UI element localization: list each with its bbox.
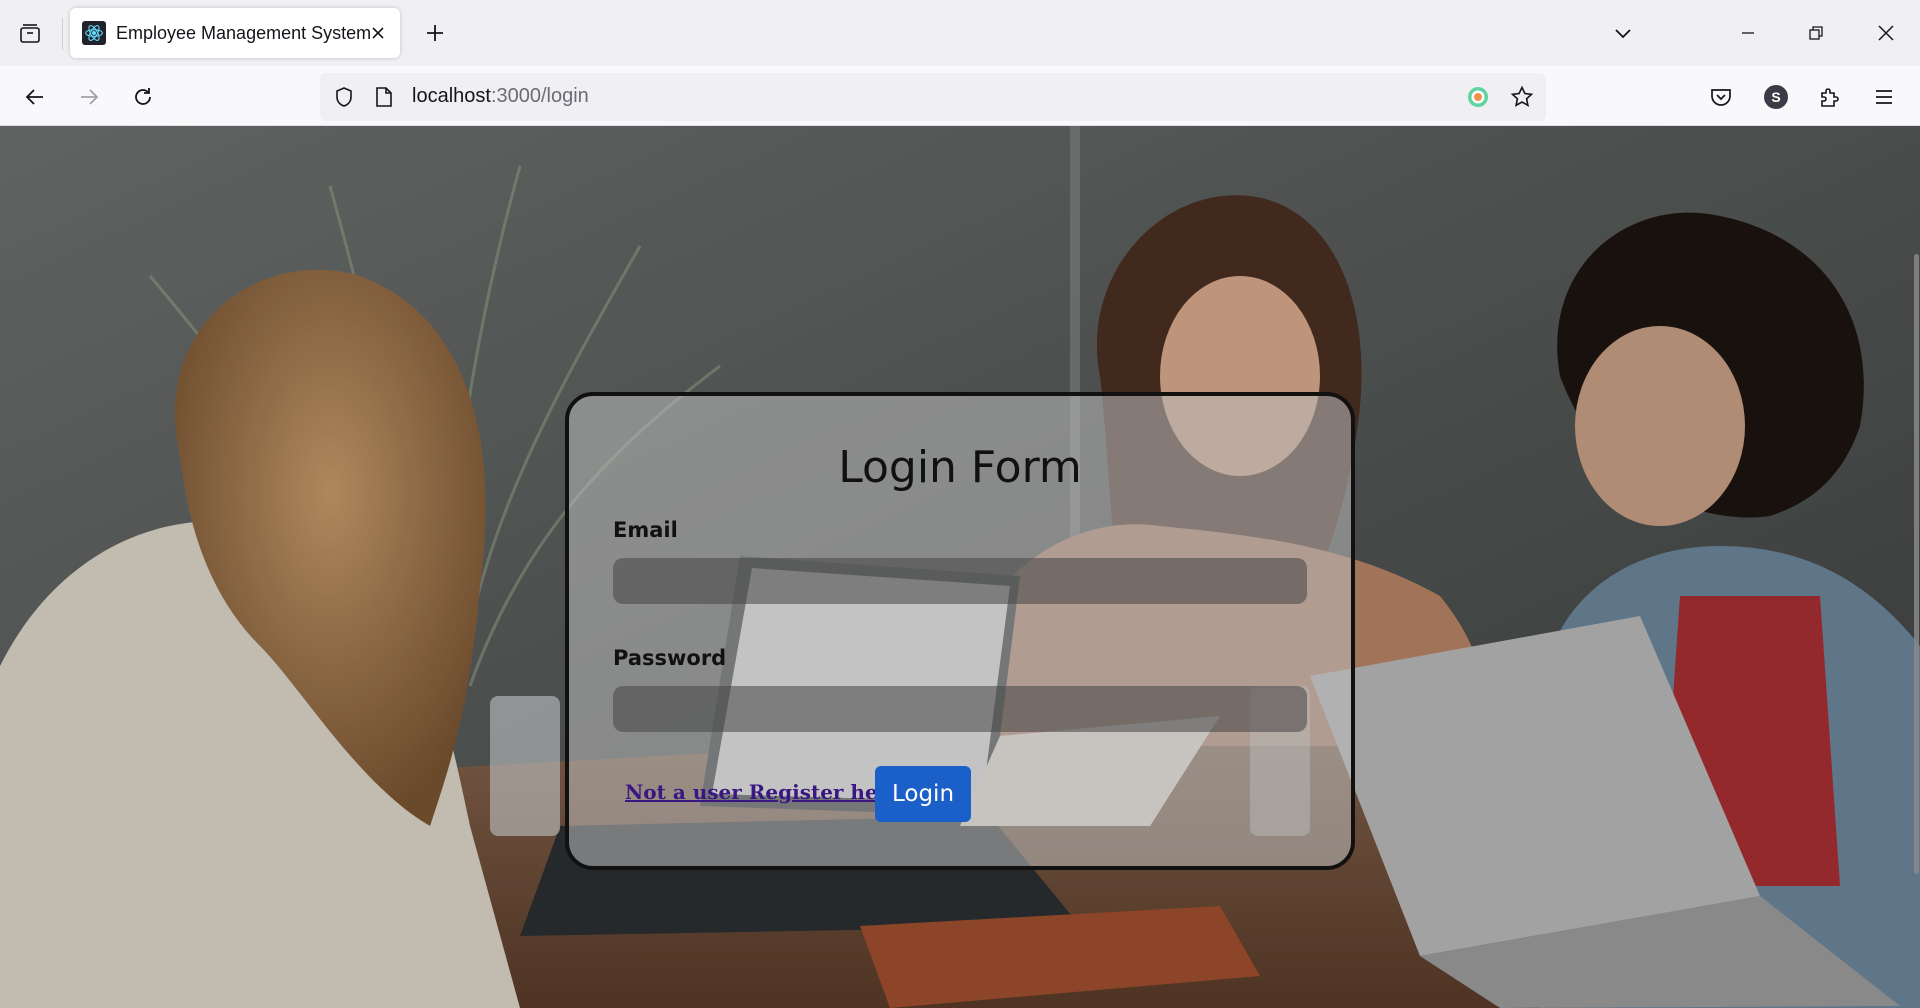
- page-content: Login Form Email Password Not a user Reg…: [0, 126, 1920, 1008]
- hamburger-menu-icon[interactable]: [1865, 78, 1903, 116]
- chevron-down-icon[interactable]: [1606, 16, 1640, 50]
- restore-icon[interactable]: [1788, 10, 1844, 56]
- navigation-bar: localhost:3000/login S: [0, 66, 1920, 126]
- plus-icon[interactable]: [418, 16, 452, 50]
- shield-icon[interactable]: [330, 83, 358, 111]
- page-icon[interactable]: [370, 83, 398, 111]
- url-host: localhost: [412, 85, 491, 107]
- minimize-icon[interactable]: [1720, 10, 1776, 56]
- email-field[interactable]: [613, 558, 1307, 604]
- reload-icon[interactable]: [124, 78, 162, 116]
- page-title: Login Form: [838, 442, 1082, 493]
- star-icon[interactable]: [1508, 83, 1536, 111]
- extension-badge-icon[interactable]: [1464, 83, 1492, 111]
- password-label: Password: [613, 646, 727, 670]
- pocket-icon[interactable]: [1702, 78, 1740, 116]
- arrow-right-icon[interactable]: [70, 78, 108, 116]
- close-icon[interactable]: [366, 21, 390, 45]
- password-field[interactable]: [613, 686, 1307, 732]
- avatar[interactable]: S: [1757, 78, 1795, 116]
- url-path: :3000/login: [490, 85, 589, 107]
- arrow-left-icon[interactable]: [16, 78, 54, 116]
- tab-list-icon[interactable]: [12, 16, 48, 52]
- email-label: Email: [613, 518, 678, 542]
- register-link[interactable]: Not a user Register here: [625, 780, 901, 804]
- close-window-icon[interactable]: [1858, 10, 1914, 56]
- react-icon: [82, 21, 106, 45]
- url-text[interactable]: localhost:3000/login: [412, 85, 589, 108]
- url-bar[interactable]: localhost:3000/login: [320, 73, 1546, 121]
- puzzle-icon[interactable]: [1811, 78, 1849, 116]
- login-form: Login Form Email Password Not a user Reg…: [565, 392, 1355, 870]
- tab-strip: Employee Management System: [0, 0, 1920, 66]
- tab-divider: [62, 18, 63, 50]
- login-button[interactable]: Login: [875, 766, 971, 822]
- scrollbar[interactable]: [1912, 126, 1920, 1008]
- tab-title: Employee Management System: [116, 22, 372, 43]
- scrollbar-thumb[interactable]: [1914, 254, 1919, 874]
- tab-active[interactable]: Employee Management System: [70, 8, 400, 58]
- profile-avatar: S: [1764, 85, 1788, 109]
